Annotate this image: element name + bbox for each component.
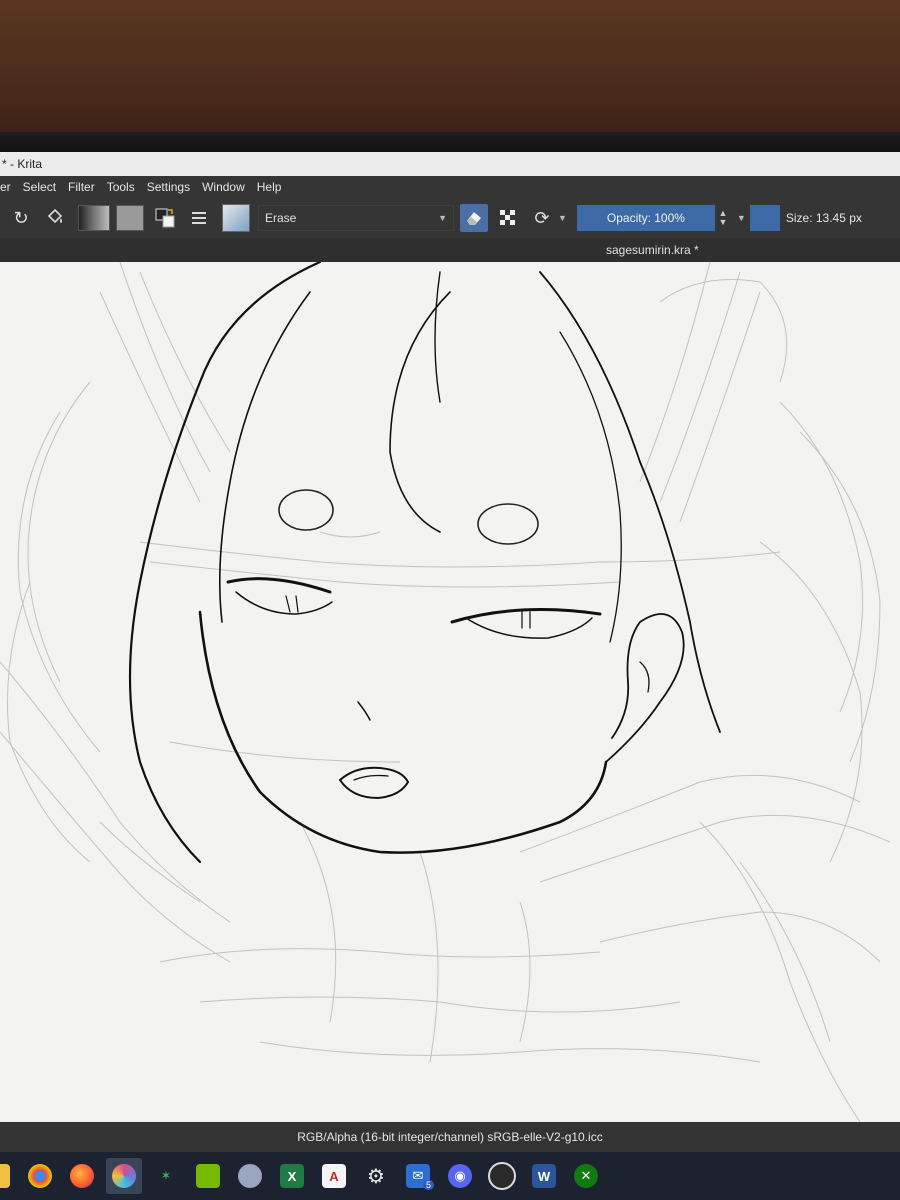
acrobat-icon: A <box>322 1164 346 1188</box>
discord-icon: ◉ <box>448 1164 472 1188</box>
xbox-icon: ✕ <box>574 1164 598 1188</box>
opacity-label: Opacity: 100% <box>606 211 685 225</box>
taskbar-excel[interactable]: X <box>274 1158 310 1194</box>
taskbar-mail[interactable]: ✉ 5 <box>400 1158 436 1194</box>
menu-settings[interactable]: Settings <box>141 180 196 194</box>
pattern-swatch[interactable] <box>116 205 144 231</box>
nvidia-icon <box>196 1164 220 1188</box>
taskbar-nvidia[interactable] <box>190 1158 226 1194</box>
taskbar-chrome[interactable] <box>22 1158 58 1194</box>
brush-settings-icon[interactable] <box>186 205 212 231</box>
taskbar: ✶ X A ⚙ ✉ 5 ◉ W ✕ <box>0 1152 900 1200</box>
taskbar-settings[interactable]: ⚙ <box>358 1158 394 1194</box>
document-title: sagesumirin.kra * <box>606 243 699 257</box>
document-tab[interactable]: sagesumirin.kra * <box>0 238 900 262</box>
taskbar-xbox[interactable]: ✕ <box>568 1158 604 1194</box>
menu-layer[interactable]: yer <box>0 180 17 194</box>
folder-icon <box>0 1164 10 1188</box>
taskbar-word[interactable]: W <box>526 1158 562 1194</box>
toolbar: ↻ Erase ▼ ⟳ ▼ Opacity: 100% ▲ ▼ ▼ Size: … <box>0 198 900 239</box>
word-icon: W <box>532 1164 556 1188</box>
color-space-label: RGB/Alpha (16-bit integer/channel) sRGB-… <box>297 1130 603 1144</box>
taskbar-krita[interactable] <box>106 1158 142 1194</box>
window-title: * - Krita <box>2 157 43 171</box>
opacity-spinner[interactable]: ▲ ▼ <box>717 205 729 231</box>
gear-icon: ⚙ <box>367 1165 385 1188</box>
dropdown-arrow-icon[interactable]: ▼ <box>737 213 746 223</box>
brush-preset-icon[interactable] <box>222 204 250 232</box>
reload-preset-icon[interactable]: ⟳ <box>528 204 556 232</box>
size-label: Size: 13.45 px <box>785 211 862 225</box>
size-slider[interactable] <box>749 205 780 231</box>
taskbar-obs[interactable] <box>484 1158 520 1194</box>
menu-bar: yer Select Filter Tools Settings Window … <box>0 176 900 198</box>
star-app-icon: ✶ <box>160 1168 172 1183</box>
menu-help[interactable]: Help <box>251 180 288 194</box>
menu-window[interactable]: Window <box>196 180 251 194</box>
screen: * - Krita yer Select Filter Tools Settin… <box>0 152 900 1200</box>
redo-icon[interactable]: ↻ <box>8 205 34 231</box>
krita-icon <box>112 1164 136 1188</box>
chrome-icon <box>28 1164 52 1188</box>
blend-mode-value: Erase <box>265 211 297 225</box>
wall-background <box>0 0 900 140</box>
blend-mode-select[interactable]: Erase ▼ <box>258 205 454 231</box>
taskbar-app-star[interactable]: ✶ <box>148 1158 184 1194</box>
taskbar-acrobat[interactable]: A <box>316 1158 352 1194</box>
taskbar-overflow[interactable] <box>0 1158 16 1194</box>
title-bar: * - Krita <box>0 152 900 176</box>
eraser-icon[interactable] <box>460 204 488 232</box>
menu-select[interactable]: Select <box>17 180 62 194</box>
color-swap-icon[interactable] <box>152 205 178 231</box>
dropdown-arrow-icon[interactable]: ▼ <box>558 213 567 223</box>
fill-bucket-icon[interactable] <box>42 205 68 231</box>
drawing-artwork <box>0 262 891 1122</box>
status-bar: RGB/Alpha (16-bit integer/channel) sRGB-… <box>0 1122 900 1152</box>
taskbar-discord[interactable]: ◉ <box>442 1158 478 1194</box>
obs-icon <box>488 1162 516 1190</box>
chevron-down-icon: ▼ <box>438 213 447 223</box>
gradient-swatch[interactable] <box>78 205 110 231</box>
taskbar-firefox[interactable] <box>64 1158 100 1194</box>
opacity-slider[interactable]: Opacity: 100% <box>576 205 715 231</box>
mail-badge: 5 <box>422 1180 434 1190</box>
menu-tools[interactable]: Tools <box>101 180 141 194</box>
preserve-alpha-icon[interactable] <box>494 204 522 232</box>
taskbar-brain-app[interactable] <box>232 1158 268 1194</box>
menu-filter[interactable]: Filter <box>62 180 101 194</box>
excel-icon: X <box>280 1164 304 1188</box>
brain-icon <box>238 1164 262 1188</box>
firefox-icon <box>70 1164 94 1188</box>
canvas[interactable] <box>0 262 900 1122</box>
